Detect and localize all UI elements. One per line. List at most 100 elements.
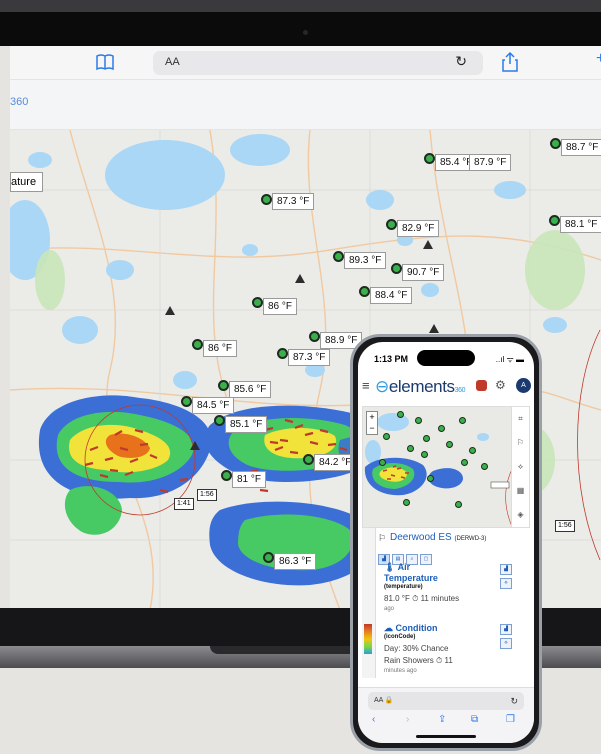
zoom-control[interactable]: + − (366, 411, 378, 435)
station-card: ⚐ Deerwood ES (DERWD-3) ▟ ▤ ⌕ ▢ 🌡︎ Air Temp… (362, 528, 530, 678)
station-marker[interactable] (303, 454, 314, 465)
phone-map[interactable]: + − ⌗ ⚐ ⟡ ▦ ◈ (362, 406, 530, 528)
share-icon[interactable] (502, 52, 518, 72)
station-title[interactable]: Deerwood ES (DERWD-3) (390, 532, 486, 543)
station-marker[interactable] (438, 425, 445, 432)
air-when: 11 minutes (420, 594, 460, 603)
cond-title[interactable]: Condition (396, 623, 438, 633)
brand-fragment: 360 (10, 96, 29, 108)
station-marker[interactable] (252, 297, 263, 308)
air-title[interactable]: Air (398, 562, 411, 572)
air-temp-title-2[interactable]: Temperature (384, 573, 438, 583)
alerts-bell-icon[interactable] (476, 380, 487, 391)
app-header: 360 (10, 80, 601, 130)
station-marker[interactable] (421, 451, 428, 458)
condition-title[interactable]: ☁ Condition (384, 623, 438, 634)
dynamic-island (417, 350, 475, 366)
warning-marker-icon[interactable] (429, 324, 439, 333)
phone-url-field[interactable]: AA 🔒 ↻ (368, 692, 524, 710)
warning-marker-icon[interactable] (165, 306, 175, 315)
warning-marker-icon[interactable] (190, 441, 200, 450)
reload-icon[interactable]: ↻ (455, 53, 467, 70)
bookmarks-icon[interactable] (95, 53, 115, 71)
phone-share-icon[interactable]: ⇪ (438, 714, 446, 725)
temperature-label: 81 °F (232, 471, 267, 488)
station-marker[interactable] (550, 138, 561, 149)
station-marker[interactable] (427, 475, 434, 482)
flag-tool-icon[interactable]: ⚐ (512, 431, 529, 455)
station-marker[interactable] (386, 219, 397, 230)
station-marker[interactable] (481, 463, 488, 470)
phone-bookmarks-icon[interactable]: ⧉ (471, 714, 478, 725)
station-marker[interactable] (549, 215, 560, 226)
station-marker[interactable] (415, 417, 422, 424)
cond-when: 11 (444, 656, 453, 665)
temperature-label: 85.6 °F (229, 381, 272, 398)
forward-icon[interactable]: › (406, 714, 409, 725)
station-marker[interactable] (263, 552, 274, 563)
station-marker[interactable] (192, 339, 203, 350)
station-marker[interactable] (391, 263, 402, 274)
station-marker[interactable] (459, 417, 466, 424)
station-marker[interactable] (261, 194, 272, 205)
new-tab-icon[interactable]: + (596, 50, 601, 68)
temperature-label: 87.9 °F (469, 154, 512, 171)
air-chart-button[interactable]: ▟ (500, 564, 512, 575)
layers-tool-icon[interactable]: ◈ (512, 503, 529, 527)
info-view-icon[interactable]: ▢ (420, 554, 432, 565)
station-marker[interactable] (469, 447, 476, 454)
station-marker[interactable] (383, 433, 390, 440)
station-marker[interactable] (277, 348, 288, 359)
phone-reload-icon[interactable]: ↻ (510, 692, 518, 710)
air-temp-title-1[interactable]: 🌡︎ Air (384, 562, 410, 573)
station-marker[interactable] (309, 331, 320, 342)
tabs-icon[interactable]: ❐ (506, 714, 515, 725)
map-tool-column: ⌗ ⚐ ⟡ ▦ ◈ (511, 407, 529, 527)
url-field[interactable]: AA ↻ (153, 51, 483, 75)
menu-icon[interactable]: ≡ (362, 378, 370, 393)
condition-trend-button[interactable]: ⟡ (500, 638, 512, 649)
station-code: (DERWD-3) (454, 536, 487, 542)
warning-marker-icon[interactable] (423, 240, 433, 249)
condition-chart-button[interactable]: ▟ (500, 624, 512, 635)
condition-value-1: Day: 30% Chance (384, 644, 449, 653)
station-name[interactable]: Deerwood ES (390, 532, 452, 543)
app-header: ≡ ⊖elements360 ⚙ A (358, 372, 534, 402)
temperature-label: 90.7 °F (402, 264, 445, 281)
station-marker[interactable] (359, 286, 370, 297)
phone-nav-bar: ‹ › ⇪ ⧉ ❐ (358, 714, 534, 730)
station-marker[interactable] (333, 251, 344, 262)
phone-reader-button[interactable]: AA (374, 697, 383, 704)
station-marker[interactable] (424, 153, 435, 164)
warning-marker-icon[interactable] (295, 274, 305, 283)
station-marker[interactable] (218, 380, 229, 391)
avatar[interactable]: A (516, 378, 531, 393)
station-marker[interactable] (461, 459, 468, 466)
station-marker[interactable] (455, 501, 462, 508)
layer-label-partial: ature (10, 172, 44, 192)
back-icon[interactable]: ‹ (372, 714, 375, 725)
station-marker[interactable] (214, 415, 225, 426)
calendar-tool-icon[interactable]: ▦ (512, 479, 529, 503)
reader-button[interactable]: AA (165, 56, 180, 68)
station-marker[interactable] (403, 499, 410, 506)
station-marker[interactable] (407, 445, 414, 452)
select-tool-icon[interactable]: ⌗ (512, 407, 529, 431)
status-time: 1:13 PM (374, 354, 409, 364)
home-indicator (416, 735, 476, 738)
station-marker[interactable] (221, 470, 232, 481)
temperature-label: 86 °F (203, 340, 238, 357)
temperature-label: 88.4 °F (370, 287, 413, 304)
app-logo[interactable]: ⊖elements360 (375, 377, 466, 397)
air-trend-button[interactable]: ⟡ (500, 578, 512, 589)
settings-gear-icon[interactable]: ⚙ (495, 378, 506, 392)
station-marker[interactable] (181, 396, 192, 407)
safari-toolbar: AA ↻ + (10, 46, 601, 80)
camera-icon (303, 30, 308, 35)
station-marker[interactable] (379, 459, 386, 466)
laptop-bezel (0, 12, 601, 46)
chart-tool-icon[interactable]: ⟡ (512, 455, 529, 479)
station-marker[interactable] (423, 435, 430, 442)
station-marker[interactable] (397, 411, 404, 418)
station-marker[interactable] (446, 441, 453, 448)
